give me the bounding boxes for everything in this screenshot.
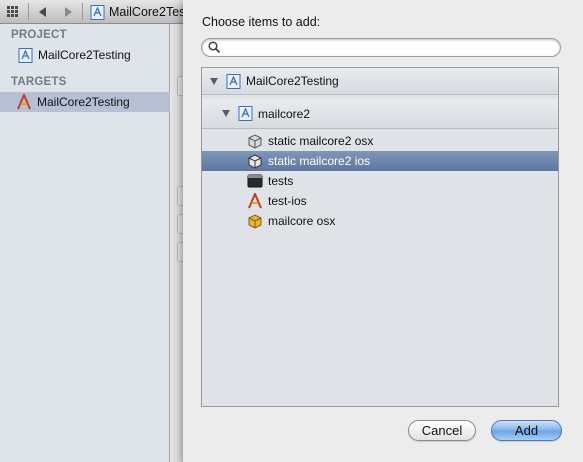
item-label: static mailcore2 ios — [268, 154, 371, 168]
item-label: mailcore osx — [268, 214, 336, 228]
forward-arrow-icon[interactable] — [61, 3, 75, 20]
disclosure-triangle-icon[interactable] — [210, 77, 218, 85]
app-icon — [247, 193, 263, 209]
project-sidebar: PROJECT MailCore2Testing TARGETS MailCor… — [0, 24, 170, 462]
list-item[interactable]: test-ios — [202, 191, 558, 211]
sheet-title: Choose items to add: — [202, 15, 321, 29]
disclosure-triangle-icon[interactable] — [222, 110, 230, 117]
search-input[interactable] — [201, 38, 561, 57]
group-row-root[interactable]: MailCore2Testing — [202, 68, 558, 95]
item-label: tests — [268, 174, 294, 188]
add-button[interactable]: Add — [491, 420, 562, 441]
project-file-icon — [89, 4, 105, 20]
sidebar-item-label: MailCore2Testing — [38, 48, 131, 62]
search-icon — [208, 41, 221, 54]
group-row-mailcore2[interactable]: mailcore2 — [202, 99, 558, 129]
toolbar-divider — [82, 3, 83, 20]
grid-icon[interactable] — [4, 3, 20, 20]
project-file-icon — [17, 47, 33, 63]
list-item[interactable]: tests — [202, 171, 558, 191]
sidebar-item-target[interactable]: MailCore2Testing — [0, 92, 170, 112]
targets-heading: TARGETS — [11, 76, 67, 88]
group-label: MailCore2Testing — [246, 74, 339, 88]
static-library-icon — [247, 153, 263, 169]
sidebar-item-project[interactable]: MailCore2Testing — [0, 45, 170, 65]
project-file-icon — [237, 106, 253, 122]
back-arrow-icon[interactable] — [36, 3, 50, 20]
list-item-selected[interactable]: static mailcore2 ios — [202, 151, 558, 171]
project-file-icon — [225, 73, 241, 89]
list-item[interactable]: static mailcore2 osx — [202, 131, 558, 151]
list-item[interactable]: mailcore osx — [202, 211, 558, 231]
item-label: test-ios — [268, 194, 307, 208]
sidebar-item-label: MailCore2Testing — [37, 95, 130, 109]
terminal-icon — [247, 173, 263, 189]
project-heading: PROJECT — [11, 29, 67, 41]
cancel-button[interactable]: Cancel — [408, 420, 476, 441]
items-list[interactable]: MailCore2Testing mailcore2 static mailco… — [201, 67, 559, 407]
toolbar-divider — [28, 3, 29, 20]
group-label: mailcore2 — [258, 106, 311, 121]
app-icon — [16, 94, 32, 110]
static-library-icon — [247, 133, 263, 149]
item-label: static mailcore2 osx — [268, 134, 374, 148]
framework-icon — [247, 213, 263, 229]
choose-items-sheet: Choose items to add: MailCore2Testing ma… — [183, 0, 583, 462]
